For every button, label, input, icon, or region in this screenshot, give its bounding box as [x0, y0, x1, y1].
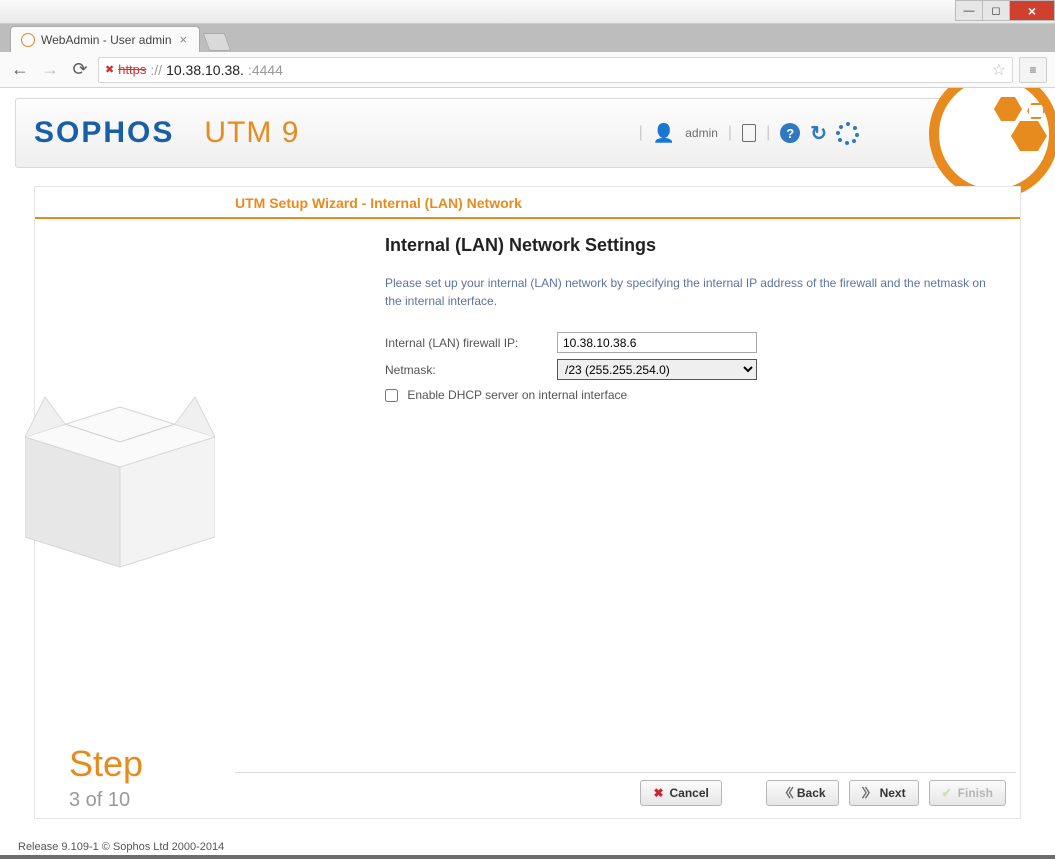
- bookmark-star-icon[interactable]: ☆: [992, 60, 1006, 80]
- url-separator: ://: [150, 62, 162, 78]
- wizard-sidebar: Step 3 of 10: [35, 217, 235, 818]
- finish-button[interactable]: ✔ Finish: [929, 780, 1006, 806]
- loading-dots-icon: [837, 122, 859, 144]
- close-icon[interactable]: ×: [178, 32, 190, 47]
- help-icon[interactable]: ?: [780, 123, 800, 143]
- app-header: SOPHOS UTM 9 | 👤 admin | | ? ↻: [15, 98, 1040, 168]
- username-label: admin: [685, 126, 718, 140]
- ssl-warning-icon: ✖: [105, 63, 114, 76]
- cancel-button-label: Cancel: [670, 786, 709, 800]
- back-button-label: Back: [797, 786, 826, 800]
- browser-toolbar: ← → ⟳ ✖ https :// 10.38.10.38. :4444 ☆ ≡: [0, 52, 1055, 88]
- browser-tabbar: WebAdmin - User admin ×: [0, 24, 1055, 52]
- release-label: Release 9.109-1 © Sophos Ltd 2000-2014: [18, 841, 224, 853]
- separator: |: [766, 124, 770, 142]
- netmask-select[interactable]: /23 (255.255.254.0): [557, 359, 757, 380]
- next-button-label: Next: [880, 786, 906, 800]
- url-host: 10.38.10.38.: [166, 62, 244, 78]
- chevron-left-icon: 〈〈: [779, 784, 791, 801]
- dhcp-label: Enable DHCP server on internal interface: [407, 388, 627, 402]
- user-icon: 👤: [653, 123, 675, 144]
- window-close-button[interactable]: ×: [1009, 0, 1055, 21]
- section-title: Internal (LAN) Network Settings: [385, 235, 992, 256]
- wizard-title: UTM Setup Wizard - Internal (LAN) Networ…: [35, 187, 1020, 219]
- next-button[interactable]: 〉〉 Next: [849, 780, 919, 806]
- step-counter: 3 of 10: [69, 789, 143, 812]
- product-name: UTM 9: [204, 116, 299, 150]
- cancel-button[interactable]: ✖ Cancel: [640, 780, 721, 806]
- separator: |: [639, 124, 643, 142]
- url-port: :4444: [248, 62, 283, 78]
- brand-logo: SOPHOS: [34, 116, 174, 150]
- box-illustration-icon: [25, 377, 215, 577]
- brand-badge-icon: [929, 88, 1055, 199]
- separator: |: [728, 124, 732, 142]
- forward-button[interactable]: →: [38, 58, 62, 82]
- browser-tab[interactable]: WebAdmin - User admin ×: [10, 26, 200, 52]
- back-button[interactable]: ←: [8, 58, 32, 82]
- chevron-right-icon: 〉〉: [862, 784, 874, 801]
- globe-icon: [21, 33, 35, 47]
- tab-title: WebAdmin - User admin: [41, 33, 172, 47]
- firewall-ip-label: Internal (LAN) firewall IP:: [385, 336, 557, 350]
- finish-button-label: Finish: [958, 786, 993, 800]
- wizard-panel: UTM Setup Wizard - Internal (LAN) Networ…: [34, 186, 1021, 819]
- check-icon: ✔: [942, 786, 952, 800]
- window-minimize-button[interactable]: —: [955, 0, 983, 21]
- dhcp-checkbox[interactable]: [385, 389, 398, 402]
- step-label: Step: [69, 743, 143, 785]
- browser-menu-button[interactable]: ≡: [1019, 57, 1047, 83]
- url-protocol: https: [118, 62, 146, 77]
- wizard-content: Internal (LAN) Network Settings Please s…: [235, 217, 1016, 770]
- back-button[interactable]: 〈〈 Back: [766, 780, 839, 806]
- os-taskbar: [0, 855, 1055, 859]
- section-description: Please set up your internal (LAN) networ…: [385, 274, 992, 310]
- wizard-footer: ✖ Cancel 〈〈 Back 〉〉 Next ✔ Finish: [235, 772, 1016, 812]
- refresh-icon[interactable]: ↻: [810, 121, 827, 146]
- netmask-label: Netmask:: [385, 363, 557, 377]
- address-bar[interactable]: ✖ https :// 10.38.10.38. :4444 ☆: [98, 57, 1013, 83]
- new-tab-button[interactable]: [203, 33, 232, 51]
- window-maximize-button[interactable]: ◻: [982, 0, 1010, 21]
- window-titlebar: — ◻ ×: [0, 0, 1055, 24]
- firewall-ip-input[interactable]: [557, 332, 757, 353]
- x-icon: ✖: [653, 786, 663, 800]
- reload-button[interactable]: ⟳: [68, 58, 92, 82]
- clipboard-icon[interactable]: [742, 124, 756, 142]
